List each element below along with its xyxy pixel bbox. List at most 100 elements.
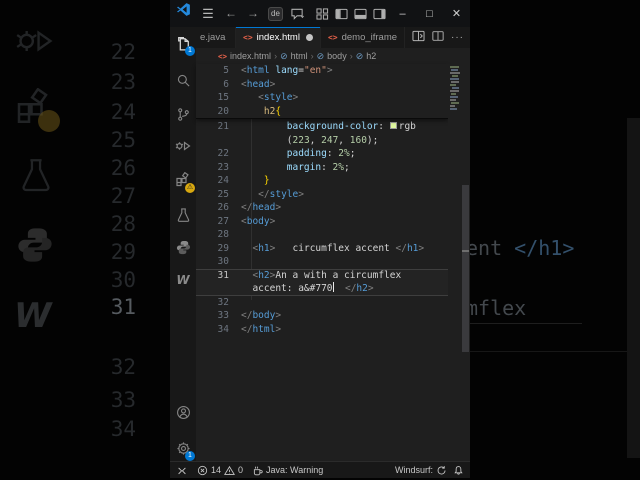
nav-forward-icon[interactable]: →	[242, 0, 264, 27]
code-text: <body>	[241, 215, 275, 229]
line-number: 30	[217, 256, 229, 267]
windsurf-status[interactable]: Windsurf:	[395, 465, 447, 476]
backdrop-divider	[470, 351, 630, 352]
code-text: </style>	[241, 188, 304, 202]
breadcrumb-item-html[interactable]: html	[291, 51, 308, 61]
code-line[interactable]: 32	[196, 296, 448, 310]
code-line[interactable]: 25 </style>	[196, 188, 448, 202]
code-token: </	[241, 310, 253, 321]
code-line[interactable]: 23 margin: 2%;	[196, 161, 448, 175]
chat-icon[interactable]	[290, 7, 305, 20]
toggle-sidebar-icon[interactable]	[335, 8, 348, 20]
code-text: </head>	[241, 201, 281, 215]
minimap-mark	[451, 93, 456, 95]
minimap[interactable]	[448, 64, 461, 461]
backdrop-line-number: 31	[110, 295, 136, 319]
tab-demo-iframe[interactable]: <> demo_iframe	[321, 27, 406, 48]
code-token: </	[241, 202, 253, 213]
open-changes-icon[interactable]	[412, 30, 425, 45]
editor-scrollbar[interactable]	[461, 64, 470, 461]
notifications-bell-icon[interactable]	[453, 465, 464, 476]
java-status[interactable]: Java: Warning	[252, 465, 323, 476]
code-line[interactable]: 33 </body>	[196, 309, 448, 323]
code-line[interactable]: 6 <head>	[196, 78, 448, 92]
toggle-panel-icon[interactable]	[354, 8, 367, 20]
code-line[interactable]: 20 h2{	[196, 105, 448, 119]
code-token: style	[269, 188, 299, 200]
code-token: }	[263, 175, 270, 186]
customize-layout-icon[interactable]	[316, 7, 329, 20]
more-actions-icon[interactable]: ···	[451, 32, 464, 43]
scrollbar-thumb[interactable]	[462, 185, 469, 352]
breadcrumb-item-h2[interactable]: h2	[366, 51, 376, 61]
java-status-label: Java: Warning	[266, 465, 324, 475]
command-center-search[interactable]: de	[268, 6, 283, 21]
activity-bar: 1 ⚠ W 1	[170, 27, 196, 461]
search-icon[interactable]	[170, 67, 196, 93]
code-token: {	[275, 105, 282, 117]
breadcrumb-separator: ›	[310, 51, 314, 61]
nav-back-icon[interactable]: ←	[220, 0, 242, 27]
line-number: 28	[217, 229, 229, 240]
extensions-icon[interactable]: ⚠	[170, 167, 196, 193]
remote-indicator-icon[interactable]	[176, 465, 188, 476]
problems-indicator[interactable]: 14 0	[197, 465, 243, 476]
line-number: 23	[217, 161, 229, 173]
tab-label: demo_iframe	[341, 32, 398, 43]
explorer-icon[interactable]: 1	[170, 30, 196, 56]
code-text: accent: a&#770 </h2>	[241, 282, 374, 296]
code-token: 2%	[332, 161, 344, 173]
menu-icon[interactable]: ☰	[196, 0, 220, 27]
unsaved-dot-icon[interactable]	[305, 34, 313, 41]
minimize-button[interactable]: –	[389, 8, 416, 20]
backdrop-line-number: 27	[110, 184, 136, 208]
source-control-icon[interactable]	[170, 101, 196, 127]
line-number: 24	[217, 175, 229, 186]
warning-count: 0	[238, 465, 244, 475]
code-line[interactable]: (223, 247, 160);	[196, 134, 448, 148]
code-token: );	[366, 134, 379, 146]
code-token: >	[367, 283, 374, 294]
backdrop-echo-h2: mflex	[466, 296, 527, 320]
split-editor-icon[interactable]	[432, 30, 444, 45]
code-line[interactable]: 29 <h1> circumflex accent </h1>	[196, 242, 448, 256]
code-line[interactable]: 21 background-color: rgb	[196, 120, 448, 134]
vscode-logo-icon	[170, 0, 196, 27]
breadcrumb-item-file[interactable]: index.html	[230, 51, 271, 61]
python-icon[interactable]	[170, 234, 196, 260]
code-line[interactable]: accent: a&#770 </h2>	[196, 282, 448, 296]
breadcrumb-item-body[interactable]: body	[327, 51, 347, 61]
account-icon[interactable]	[170, 399, 196, 425]
testing-icon[interactable]	[170, 202, 196, 228]
tab-bar: e.java <> index.html <> demo_iframe ···	[196, 27, 470, 48]
tab-e-java[interactable]: e.java	[196, 27, 236, 48]
maximize-button[interactable]: □	[416, 8, 443, 20]
code-line[interactable]: 24 }	[196, 174, 448, 188]
code-line[interactable]: 28	[196, 228, 448, 242]
code-line[interactable]: 26 </head>	[196, 201, 448, 215]
close-button[interactable]: ✕	[443, 7, 470, 20]
line-number: 21	[217, 121, 229, 132]
code-line[interactable]: 5 <html lang="en">	[196, 64, 448, 78]
code-line[interactable]: 30	[196, 255, 448, 269]
line-number: 33	[217, 310, 229, 321]
code-line[interactable]: 22 padding: 2%;	[196, 147, 448, 161]
code-text: margin: 2%;	[241, 161, 350, 175]
code-token: ,	[338, 134, 350, 146]
backdrop-line-number: 34	[110, 417, 136, 441]
minimap-mark	[451, 81, 459, 83]
code-line[interactable]: 31 <h2>An a with a circumflex	[196, 268, 448, 282]
toggle-secondary-sidebar-icon[interactable]	[373, 8, 386, 20]
windsurf-icon[interactable]: W	[170, 267, 196, 293]
code-line[interactable]: 34 </html>	[196, 323, 448, 337]
run-debug-icon[interactable]	[170, 133, 196, 159]
code-line[interactable]: 27 <body>	[196, 215, 448, 229]
code-editor[interactable]: 21 background-color: rgb (223, 247, 160)…	[196, 64, 470, 461]
settings-gear-icon[interactable]: 1	[170, 435, 196, 461]
code-line[interactable]: 15 <style>	[196, 91, 448, 105]
tab-index-html[interactable]: <> index.html	[236, 27, 321, 48]
